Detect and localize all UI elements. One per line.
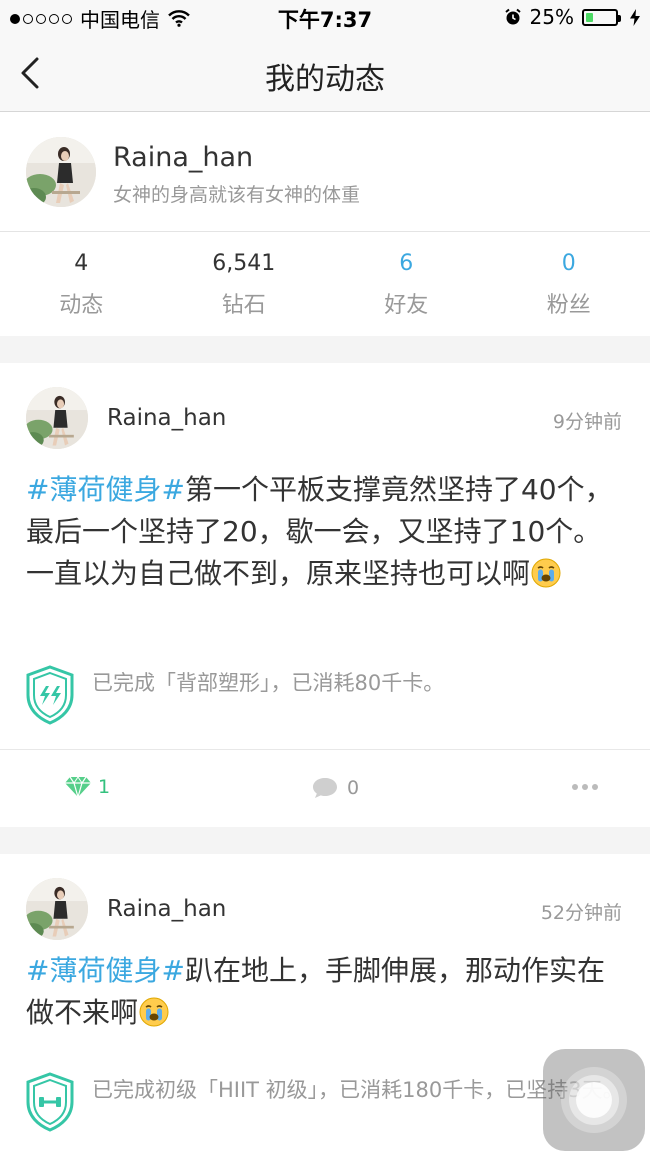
lightning-shield-icon: [26, 665, 74, 725]
charging-icon: [630, 8, 640, 26]
stat-diamonds[interactable]: 6,541 钻石: [163, 248, 326, 319]
crying-emoji-icon: [139, 997, 169, 1027]
comment-count: 0: [347, 777, 360, 799]
status-left: 中国电信: [10, 4, 190, 33]
stat-friends[interactable]: 6 好友: [325, 248, 488, 319]
post-author[interactable]: Raina_han: [107, 405, 226, 431]
achievement-text: 已完成「背部塑形」，已消耗80千卡。: [92, 671, 445, 695]
avatar[interactable]: [26, 137, 96, 207]
stat-label: 粉丝: [546, 293, 591, 318]
stat-value: 6,541: [212, 251, 276, 276]
topic-tag[interactable]: #薄荷健身#: [26, 954, 185, 987]
profile-signature: 女神的身高就该有女神的体重: [113, 184, 361, 206]
gem-count: 1: [98, 776, 111, 798]
more-icon[interactable]: [572, 784, 598, 790]
post-card[interactable]: Raina_han 9分钟前 #薄荷健身#第一个平板支撑竟然坚持了40个，最后一…: [0, 363, 650, 827]
carrier-label: 中国电信: [80, 8, 160, 32]
comment-icon: [313, 778, 337, 798]
stat-posts[interactable]: 4 动态: [0, 248, 163, 319]
stat-value: 0: [561, 251, 576, 276]
diamond-icon: [65, 776, 91, 798]
achievement[interactable]: 已完成初级「HIIT 初级」，已消耗180千卡，已坚持3天。: [26, 1072, 632, 1132]
topic-tag[interactable]: #薄荷健身#: [26, 473, 185, 506]
post-author[interactable]: Raina_han: [107, 896, 226, 922]
crying-emoji-icon: [531, 558, 561, 588]
stat-label: 好友: [384, 293, 429, 318]
comment-button[interactable]: 0: [311, 776, 359, 800]
post-time: 9分钟前: [552, 411, 622, 433]
assistive-touch-button[interactable]: [543, 1049, 645, 1151]
stat-label: 动态: [59, 293, 104, 318]
dumbbell-shield-icon: [26, 1072, 74, 1132]
wifi-icon: [168, 10, 190, 27]
status-right: 25%: [504, 5, 640, 29]
post-content: #薄荷健身#第一个平板支撑竟然坚持了40个，最后一个坚持了20，歇一会，又坚持了…: [26, 469, 626, 595]
divider: [0, 231, 650, 232]
avatar[interactable]: [26, 387, 88, 449]
profile-name: Raina_han: [113, 142, 254, 173]
achievement[interactable]: 已完成「背部塑形」，已消耗80千卡。: [26, 665, 632, 725]
nav-bar: 我的动态: [0, 36, 650, 112]
page-title: 我的动态: [265, 62, 385, 97]
post-actions: 1 0: [0, 750, 650, 827]
stat-label: 钻石: [221, 293, 266, 318]
status-bar: 中国电信 下午7:37 25%: [0, 0, 650, 36]
battery-level: [586, 12, 593, 22]
battery-percent: 25%: [529, 5, 574, 29]
post-content: #薄荷健身#趴在地上，手脚伸展，那动作实在做不来啊: [26, 950, 626, 1034]
gem-button[interactable]: 1: [64, 776, 110, 798]
stat-value: 6: [399, 251, 414, 276]
profile-card: Raina_han 女神的身高就该有女神的体重 4 动态 6,541 钻石 6 …: [0, 112, 650, 336]
battery-icon: [582, 8, 621, 26]
post-time: 52分钟前: [540, 902, 622, 924]
profile-stats: 4 动态 6,541 钻石 6 好友 0 粉丝: [0, 248, 650, 319]
stat-fans[interactable]: 0 粉丝: [488, 248, 650, 319]
avatar[interactable]: [26, 878, 88, 940]
stat-value: 4: [74, 251, 89, 276]
alarm-icon: [504, 8, 521, 25]
signal-icon: [10, 13, 72, 24]
